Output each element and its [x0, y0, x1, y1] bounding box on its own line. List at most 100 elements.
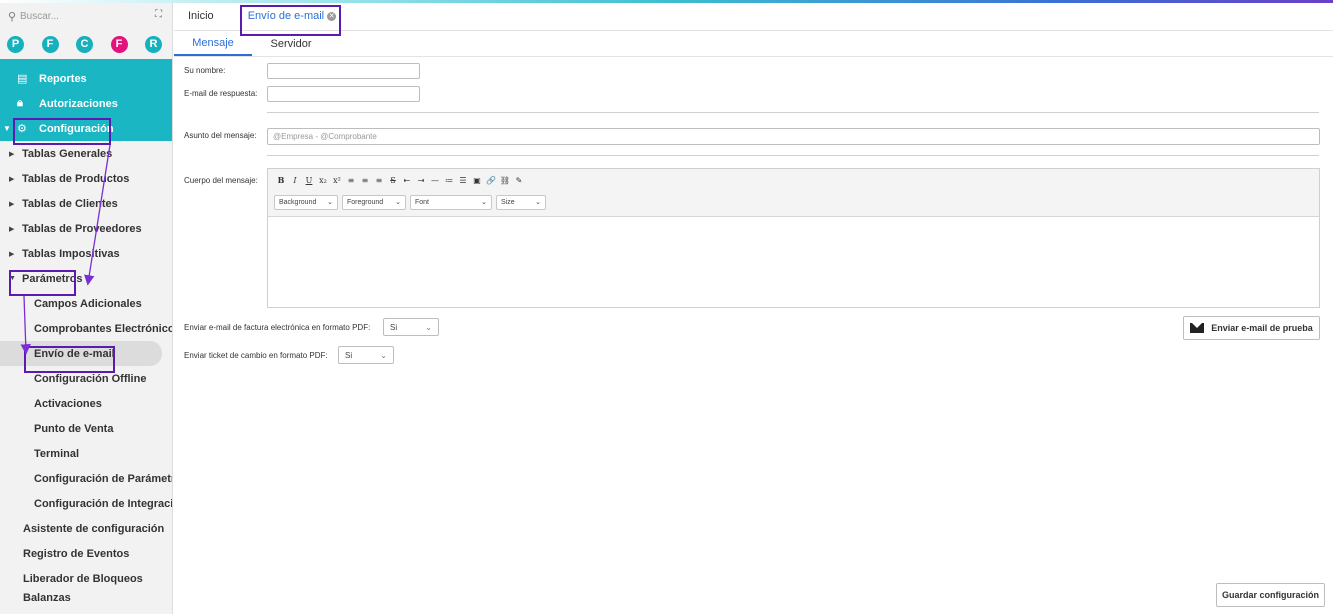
search-icon: ⚲ — [8, 10, 17, 23]
name-field[interactable] — [267, 63, 420, 79]
pdf-invoice-label: Enviar e-mail de factura electrónica en … — [184, 323, 371, 332]
divider — [267, 112, 1319, 113]
save-config-button[interactable]: Guardar configuración — [1216, 583, 1325, 607]
reply-email-label: E-mail de respuesta: — [184, 89, 258, 98]
caret-down-icon: ▼ — [9, 275, 16, 282]
font-select[interactable]: Font ⌄ — [410, 194, 492, 210]
avatar-c[interactable]: C — [76, 35, 93, 53]
avatar-f-pink[interactable]: F — [110, 35, 128, 53]
ticket-pdf-select[interactable]: Si ⌄ — [338, 346, 394, 364]
bold-icon[interactable]: B — [274, 175, 288, 185]
avatar-f[interactable]: F — [41, 35, 59, 53]
unlink-icon[interactable]: ⛓ — [498, 176, 512, 185]
sidebar-search[interactable]: ⚲ Buscar... ⛶ — [0, 3, 172, 29]
sidebar-item-tablas-productos[interactable]: ▶ Tablas de Productos — [0, 166, 172, 191]
caret-right-icon: ▶ — [9, 250, 15, 258]
sidebar-item-label: Parámetros — [22, 272, 83, 285]
sidebar-item-balanzas[interactable]: Balanzas — [0, 591, 172, 603]
indent-icon[interactable]: ⇥ — [414, 176, 428, 185]
sidebar-item-reportes[interactable]: ▤ Reportes — [0, 66, 172, 91]
italic-icon[interactable]: I — [288, 176, 302, 185]
avatar-r[interactable]: R — [145, 35, 162, 53]
button-label: Enviar e-mail de prueba — [1211, 323, 1313, 333]
align-center-icon[interactable]: ≡ — [358, 176, 372, 185]
sidebar-item-configuracion[interactable]: ▼ ⚙ Configuración — [0, 116, 172, 141]
sidebar-item-tablas-clientes[interactable]: ▶ Tablas de Clientes — [0, 191, 172, 216]
chevron-down-icon: ⌄ — [481, 199, 487, 206]
sidebar-item-configuracion-integraciones[interactable]: Configuración de Integraciones — [0, 491, 172, 516]
editor-format-buttons: B I Ux₂ x² ≡ ≡ ≡ S ⇤ ⇥ — ≔ ☰ ▣ 🔗 ⛓ ✎ — [268, 169, 1319, 191]
avatar-p[interactable]: P — [7, 35, 24, 53]
sidebar-item-terminal[interactable]: Terminal — [0, 441, 172, 466]
sidebar-item-configuracion-offline[interactable]: Configuración Offline — [0, 366, 172, 391]
superscript-icon[interactable]: x² — [330, 176, 344, 185]
ordered-list-icon[interactable]: ≔ — [442, 176, 456, 185]
close-tab-icon[interactable]: ✕ — [327, 11, 337, 21]
search-input[interactable]: Buscar... — [20, 11, 59, 22]
sidebar-item-label: Configuración — [39, 122, 114, 135]
sidebar-item-activaciones[interactable]: Activaciones — [0, 391, 172, 416]
size-select[interactable]: Size ⌄ — [496, 194, 546, 210]
select-value: Font — [415, 198, 430, 206]
reply-email-field[interactable] — [267, 86, 420, 102]
subtab-label: Mensaje — [192, 36, 234, 49]
send-test-email-button[interactable]: Enviar e-mail de prueba — [1183, 316, 1320, 340]
sidebar-item-label: Configuración de Parámetros — [34, 472, 173, 485]
select-value: Size — [501, 198, 515, 206]
chevron-down-icon: ⌄ — [395, 199, 401, 206]
sidebar-item-asistente[interactable]: Asistente de configuración — [0, 516, 172, 541]
divider — [267, 155, 1319, 156]
align-right-icon[interactable]: ≡ — [372, 176, 386, 185]
chevron-down-icon: ⌄ — [425, 322, 432, 332]
link-icon[interactable]: 🔗 — [484, 176, 498, 185]
app-window: ⚲ Buscar... ⛶ P F C F R ▤ Reportes 🔒︎ Au… — [0, 0, 1333, 614]
subtab-mensaje[interactable]: Mensaje — [174, 31, 252, 56]
outdent-icon[interactable]: ⇤ — [400, 176, 414, 185]
underline-icon[interactable]: U — [302, 176, 316, 185]
tab-envio-email[interactable]: Envío de e-mail ✕ — [234, 2, 350, 30]
ticket-pdf-label: Enviar ticket de cambio en formato PDF: — [184, 351, 328, 360]
tab-inicio[interactable]: Inicio — [174, 2, 228, 30]
sidebar-item-parametros[interactable]: ▼ Parámetros — [0, 266, 172, 291]
subscript-icon[interactable]: x₂ — [316, 176, 330, 185]
background-select[interactable]: Background ⌄ — [274, 194, 338, 210]
sidebar-item-comprobantes-electronicos[interactable]: Comprobantes Electrónicos — [0, 316, 172, 341]
clear-format-icon[interactable]: ✎ — [512, 176, 526, 185]
caret-right-icon: ▶ — [9, 225, 15, 233]
sidebar-item-label: Liberador de Bloqueos — [23, 572, 143, 585]
button-label: Guardar configuración — [1221, 590, 1319, 600]
sidebar-item-configuracion-parametros[interactable]: Configuración de Parámetros — [0, 466, 172, 491]
image-icon[interactable]: ▣ — [470, 176, 484, 185]
body-label: Cuerpo del mensaje: — [184, 176, 258, 185]
sidebar-item-label: Registro de Eventos — [23, 547, 130, 560]
sidebar-item-registro-eventos[interactable]: Registro de Eventos — [0, 541, 172, 566]
editor-toolbar: B I Ux₂ x² ≡ ≡ ≡ S ⇤ ⇥ — ≔ ☰ ▣ 🔗 ⛓ ✎ Background ⌄ Foregro… — [268, 169, 1319, 217]
unordered-list-icon[interactable]: ☰ — [456, 176, 470, 185]
sidebar-item-label: Tablas Impositivas — [22, 247, 120, 260]
sidebar-item-envio-email[interactable]: Envío de e-mail — [0, 341, 162, 366]
sidebar-item-campos-adicionales[interactable]: Campos Adicionales — [0, 291, 172, 316]
foreground-select[interactable]: Foreground ⌄ — [342, 194, 406, 210]
pdf-invoice-select[interactable]: Si ⌄ — [383, 318, 439, 336]
editor-body[interactable] — [268, 217, 1319, 307]
gears-icon: ⚙ — [17, 123, 27, 135]
select-value: Foreground — [347, 198, 384, 206]
fullscreen-icon[interactable]: ⛶ — [155, 9, 162, 20]
sidebar-item-tablas-impositivas[interactable]: ▶ Tablas Impositivas — [0, 241, 172, 266]
caret-right-icon: ▶ — [9, 150, 15, 158]
sidebar-item-autorizaciones[interactable]: 🔒︎ Autorizaciones — [0, 91, 172, 116]
subtab-servidor[interactable]: Servidor — [252, 31, 330, 56]
sidebar-item-tablas-generales[interactable]: ▶ Tablas Generales — [0, 141, 172, 166]
sidebar-item-liberador-bloqueos[interactable]: Liberador de Bloqueos — [0, 566, 172, 591]
envelope-icon — [1190, 323, 1205, 333]
subject-field[interactable]: @Empresa - @Comprobante — [267, 128, 1320, 145]
sidebar-item-tablas-proveedores[interactable]: ▶ Tablas de Proveedores — [0, 216, 172, 241]
sidebar-item-label: Configuración de Integraciones — [34, 497, 173, 510]
horizontal-rule-icon[interactable]: — — [428, 176, 442, 185]
sidebar-item-punto-de-venta[interactable]: Punto de Venta — [0, 416, 172, 441]
chevron-down-icon: ⌄ — [327, 199, 333, 206]
sidebar-item-label: Punto de Venta — [34, 422, 114, 435]
strikethrough-icon[interactable]: S — [386, 176, 400, 185]
align-left-icon[interactable]: ≡ — [344, 176, 358, 185]
tab-label: Envío de e-mail — [247, 10, 325, 22]
